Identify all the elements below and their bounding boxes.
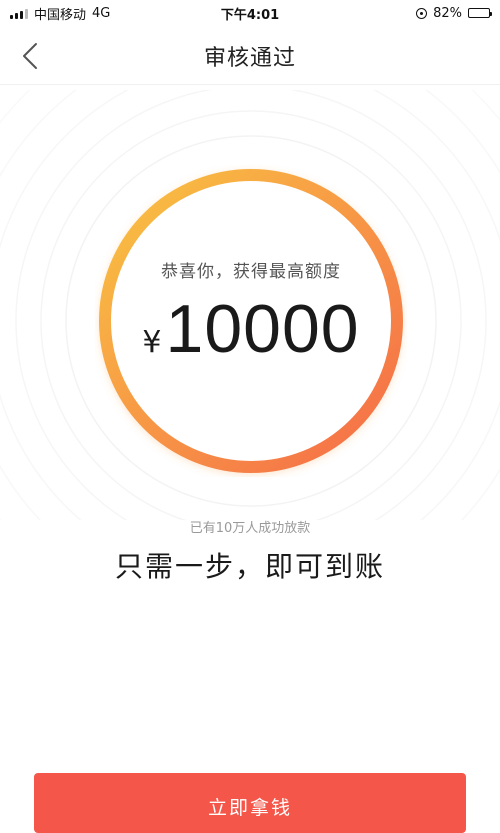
ring-content: 恭喜你，获得最高额度 ¥ 10000 xyxy=(95,165,407,477)
chevron-left-icon xyxy=(23,43,37,69)
quota-amount: 10000 xyxy=(165,290,360,367)
status-right: 82% xyxy=(416,5,492,21)
rotation-lock-icon xyxy=(416,7,428,19)
signal-icon xyxy=(10,8,28,19)
currency-symbol: ¥ xyxy=(142,324,162,360)
page-title: 审核通过 xyxy=(203,46,296,71)
battery-percent: 82% xyxy=(433,5,462,21)
quota-ring: 恭喜你，获得最高额度 ¥ 10000 xyxy=(95,165,407,477)
amount-row: ¥ 10000 xyxy=(142,290,359,368)
result-hero: 恭喜你，获得最高额度 ¥ 10000 xyxy=(0,90,500,520)
status-bar: 中国移动 4G 下午4:01 82% xyxy=(0,0,500,26)
nav-bar: 审核通过 xyxy=(0,28,500,85)
network-label: 4G xyxy=(92,5,111,21)
loan-count-note: 已有10万人成功放款 xyxy=(189,521,311,536)
congrats-text: 恭喜你，获得最高额度 xyxy=(161,261,341,282)
battery-icon xyxy=(468,8,492,18)
tagline: 只需一步，即可到账 xyxy=(114,550,385,583)
get-money-button[interactable]: 立即拿钱 xyxy=(34,773,466,833)
status-left: 中国移动 4G xyxy=(10,4,110,23)
carrier-label: 中国移动 xyxy=(34,7,87,23)
back-button[interactable] xyxy=(14,40,46,72)
